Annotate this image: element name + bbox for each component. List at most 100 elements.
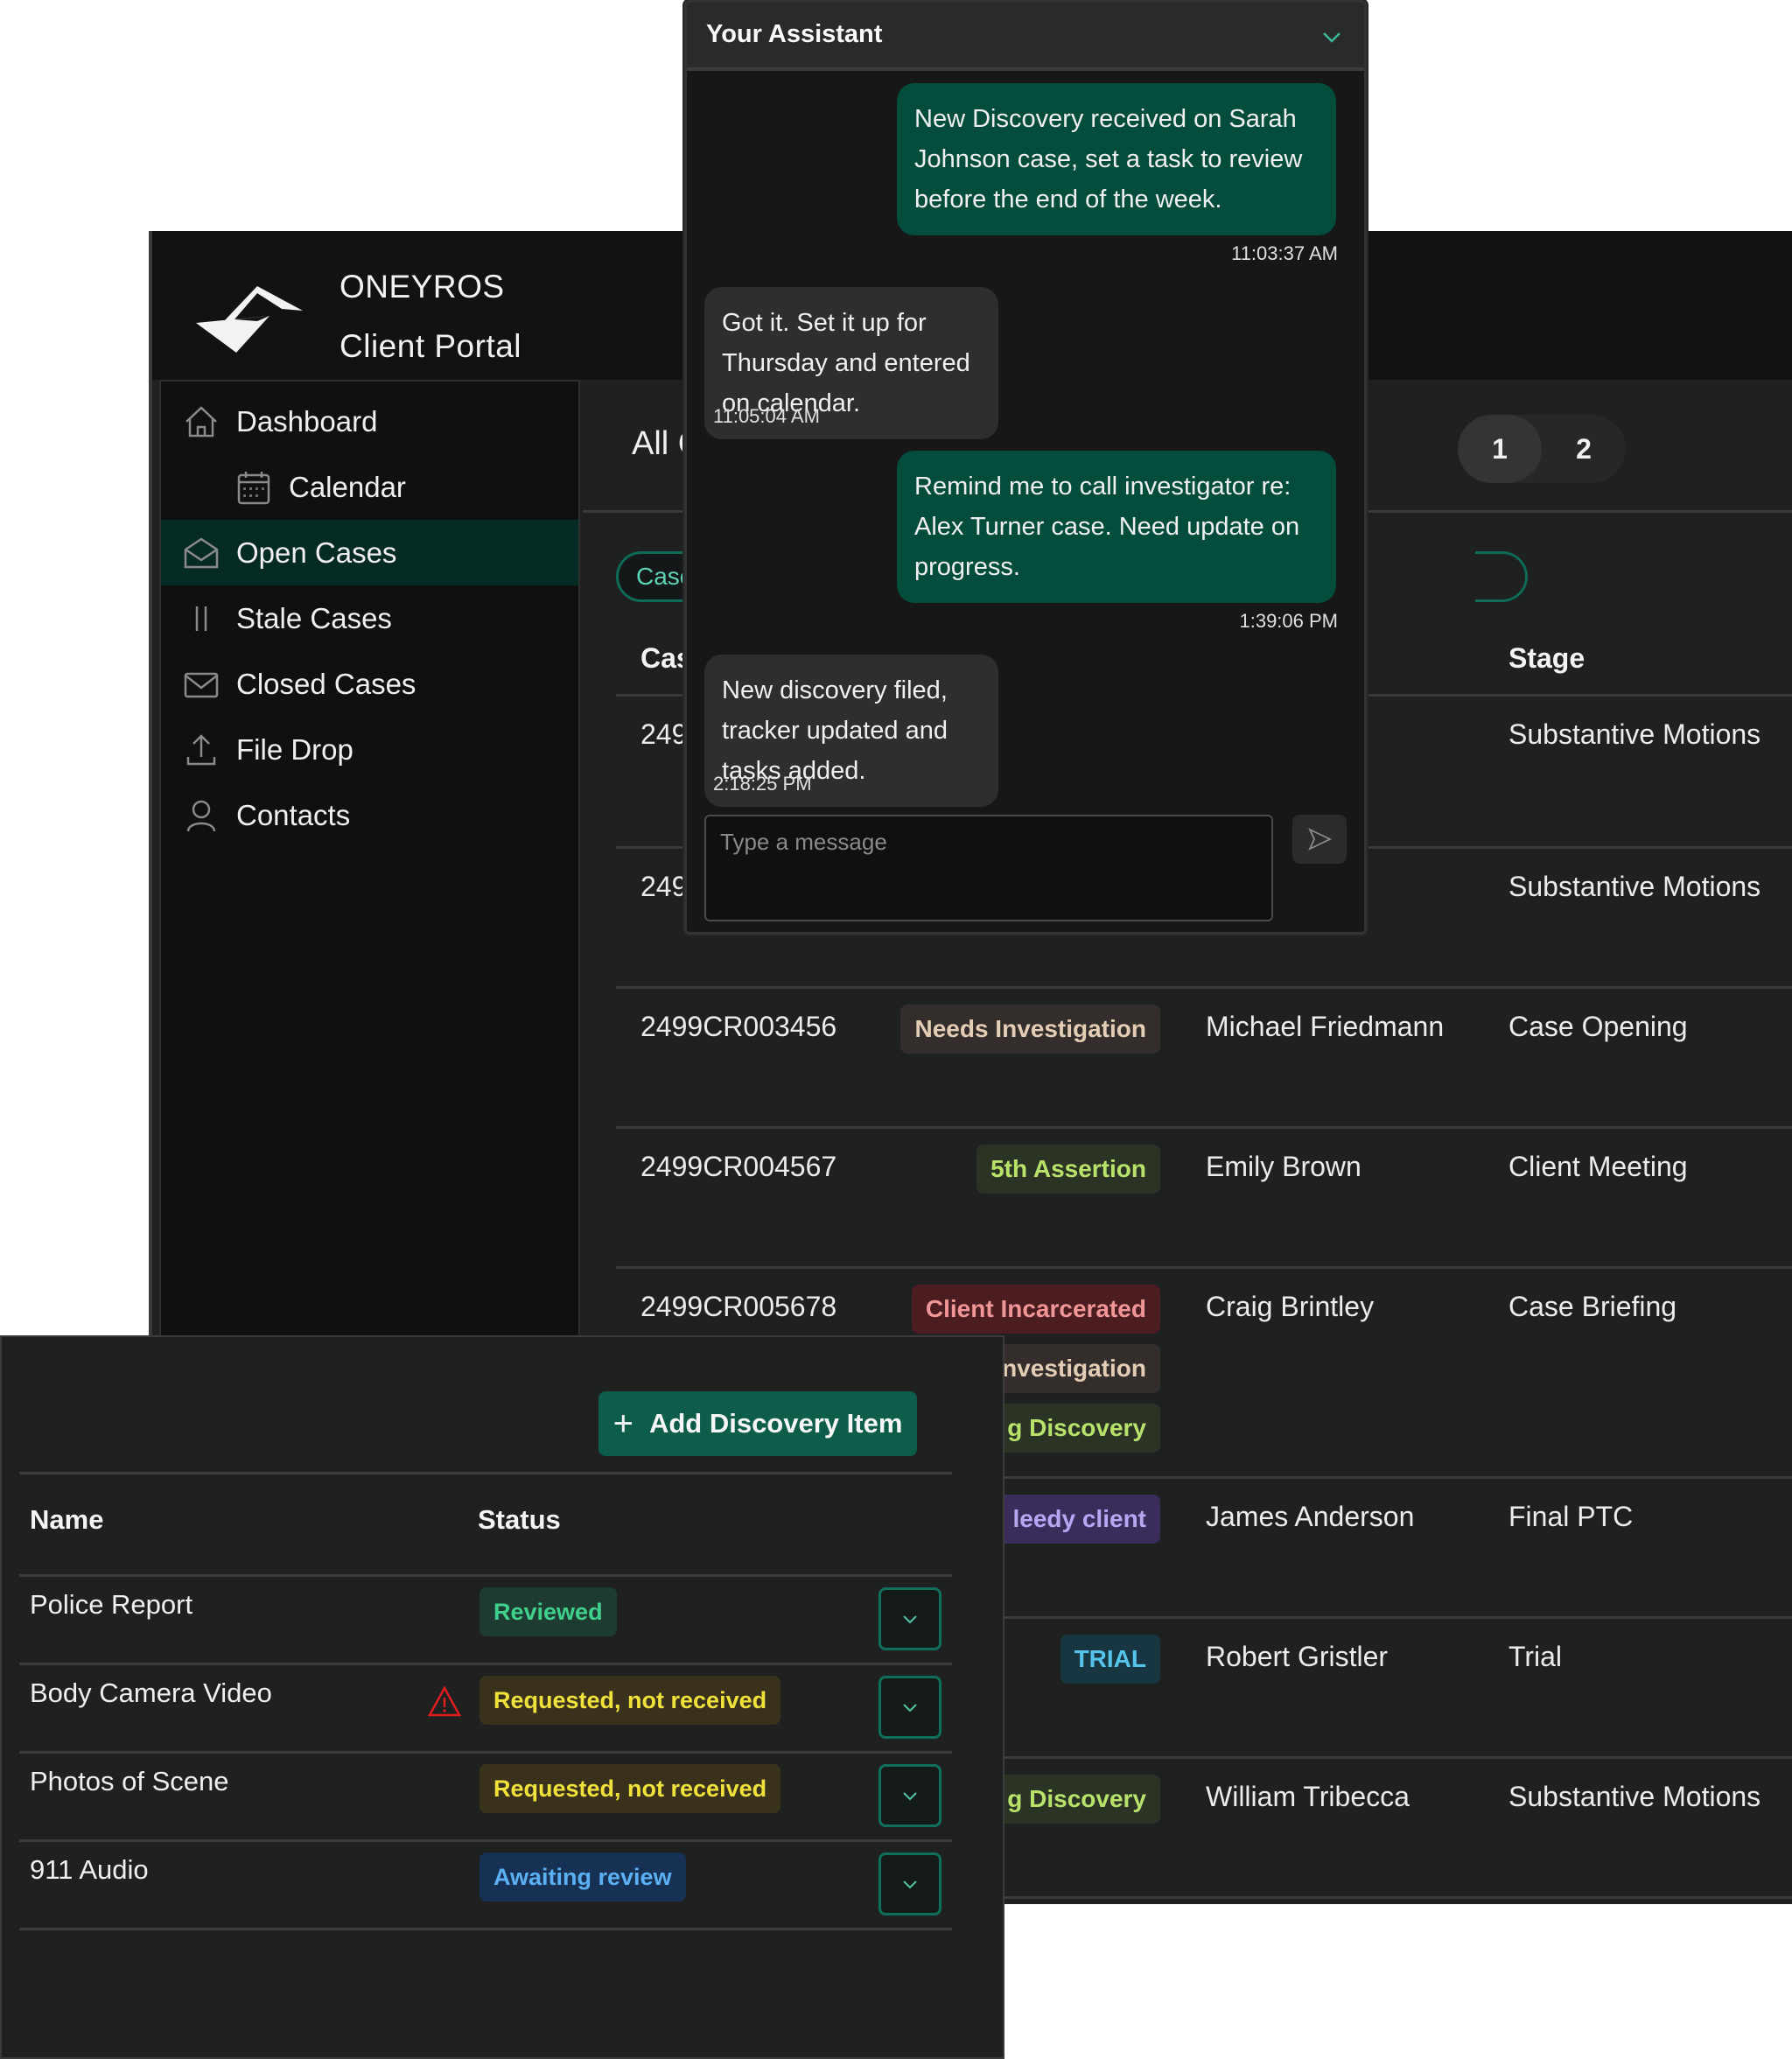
case-tag-badge: 5th Assertion	[976, 1145, 1160, 1194]
sidebar-item-label: Calendar	[289, 470, 406, 503]
chevron-down-icon	[903, 1615, 917, 1624]
case-tag-badge: Needs Investigation	[900, 1005, 1160, 1054]
envelope-icon	[184, 672, 219, 697]
case-stage: Client Meeting	[1508, 1151, 1688, 1182]
case-stage: Substantive Motions	[1508, 871, 1761, 902]
sidebar-item-label: Dashboard	[236, 404, 378, 438]
page-button-1[interactable]: 1	[1458, 415, 1542, 483]
case-stage: Case Briefing	[1508, 1291, 1677, 1322]
case-number: 2499CR003456	[640, 1011, 837, 1042]
status-dropdown-button[interactable]	[878, 1587, 942, 1650]
case-tag-badge: leedy client	[998, 1495, 1160, 1544]
case-tag-badge: nvestigation	[988, 1344, 1160, 1393]
discovery-row: Body Camera Video Requested, not received	[19, 1665, 952, 1754]
status-dropdown-button[interactable]	[878, 1676, 942, 1739]
discovery-status-badge: Requested, not received	[480, 1676, 781, 1725]
upload-icon	[186, 733, 216, 765]
chat-header: Your Assistant	[687, 3, 1364, 71]
case-number: 2499CR005678	[640, 1291, 837, 1322]
client-name: James Anderson	[1206, 1501, 1415, 1532]
case-number: 249	[640, 718, 688, 750]
client-name: William Tribecca	[1206, 1781, 1410, 1812]
sidebar-item-calendar[interactable]: Calendar	[161, 454, 578, 520]
send-icon	[1308, 828, 1333, 851]
case-tags: 5th Assertion	[976, 1145, 1160, 1194]
case-number: 2499CR004567	[640, 1151, 837, 1182]
column-header-name[interactable]: Name	[30, 1504, 103, 1536]
discovery-item-name: Police Report	[30, 1589, 193, 1620]
case-tag-badge: TRIAL	[1060, 1635, 1160, 1684]
case-tags: g Discovery	[993, 1775, 1160, 1824]
open-envelope-icon	[184, 536, 219, 568]
discovery-item-name: Body Camera Video	[30, 1677, 272, 1708]
chevron-down-icon	[903, 1704, 917, 1712]
client-name: Michael Friedmann	[1206, 1011, 1445, 1042]
plus-icon: +	[612, 1404, 634, 1443]
sidebar-item-label: Contacts	[236, 798, 351, 831]
case-stage: Trial	[1508, 1641, 1563, 1672]
column-header-status[interactable]: Status	[478, 1504, 561, 1536]
sidebar-item-label: Stale Cases	[236, 601, 392, 634]
status-dropdown-button[interactable]	[878, 1764, 942, 1827]
chevron-down-icon	[903, 1880, 917, 1889]
sidebar-item-closed-cases[interactable]: Closed Cases	[161, 651, 578, 717]
sidebar-item-file-drop[interactable]: File Drop	[161, 717, 578, 782]
oneyros-logo-icon	[196, 286, 303, 353]
brand-subtitle: Client Portal	[340, 328, 522, 364]
add-discovery-item-button[interactable]: + Add Discovery Item	[598, 1391, 917, 1456]
chat-title: Your Assistant	[706, 20, 883, 48]
brand[interactable]: ONEYROS Client Portal	[187, 257, 522, 376]
sidebar-item-dashboard[interactable]: Dashboard	[161, 389, 578, 454]
discovery-row: 911 Audio Awaiting review	[19, 1842, 952, 1930]
add-discovery-item-label: Add Discovery Item	[648, 1408, 903, 1439]
page-button-2[interactable]: 2	[1542, 415, 1626, 483]
case-number: 249	[640, 871, 688, 902]
send-button[interactable]	[1292, 815, 1347, 864]
chevron-down-icon[interactable]	[1319, 24, 1345, 50]
person-icon	[186, 800, 216, 831]
case-tag-badge: g Discovery	[993, 1404, 1160, 1453]
case-stage: Substantive Motions	[1508, 1781, 1761, 1812]
sidebar-item-open-cases[interactable]: Open Cases	[161, 520, 578, 585]
warning-icon	[427, 1685, 462, 1717]
discovery-status-badge: Requested, not received	[480, 1764, 781, 1813]
client-name: Robert Gristler	[1206, 1641, 1389, 1672]
assistant-chat-window: Your Assistant New Discovery received on…	[684, 0, 1367, 935]
discovery-status-badge: Reviewed	[480, 1587, 617, 1636]
discovery-status-badge: Awaiting review	[480, 1852, 686, 1901]
filter-chip-end[interactable]	[1475, 551, 1528, 602]
message-timestamp: 11:05:04 AM	[713, 405, 820, 427]
discovery-row: Police Report Reviewed	[19, 1577, 952, 1665]
case-stage: Case Opening	[1508, 1011, 1688, 1042]
discovery-panel: + Add Discovery Item Name Status Police …	[0, 1335, 1004, 2059]
case-tags: leedy client	[998, 1495, 1160, 1544]
chevron-down-icon	[903, 1792, 917, 1801]
home-icon	[186, 405, 217, 437]
case-stage: Substantive Motions	[1508, 718, 1761, 750]
brand-name: ONEYROS	[340, 269, 505, 305]
discovery-item-name: Photos of Scene	[30, 1766, 229, 1796]
case-row[interactable]: 2499CR003456 Needs Investigation Michael F…	[616, 989, 1792, 1129]
discovery-row: Photos of Scene Requested, not received	[19, 1754, 952, 1842]
pagination: 1 2	[1458, 415, 1626, 483]
client-name: Craig Brintley	[1206, 1291, 1375, 1322]
sidebar-item-label: Open Cases	[236, 536, 397, 569]
sidebar-item-contacts[interactable]: Contacts	[161, 782, 578, 848]
case-tag-badge: Client Incarcerated	[911, 1285, 1160, 1334]
column-header-stage[interactable]: Stage	[1508, 642, 1585, 675]
status-dropdown-button[interactable]	[878, 1852, 942, 1915]
message-timestamp: 1:39:06 PM	[1239, 610, 1338, 632]
message-timestamp: 2:18:25 PM	[713, 773, 812, 795]
chat-message-user: Remind me to call investigator re: Alex …	[897, 451, 1336, 603]
case-stage: Final PTC	[1508, 1501, 1634, 1532]
chat-message-user: New Discovery received on Sarah Johnson …	[897, 83, 1336, 235]
case-tags: Needs Investigation	[900, 1005, 1160, 1054]
case-tags: TRIAL	[1060, 1635, 1160, 1684]
case-row[interactable]: 2499CR004567 5th Assertion Emily Brown Clie…	[616, 1129, 1792, 1269]
case-tag-badge: g Discovery	[993, 1775, 1160, 1824]
message-input[interactable]	[704, 815, 1273, 921]
sidebar-item-stale-cases[interactable]: Stale Cases	[161, 585, 578, 651]
discovery-table-header: Name Status	[19, 1472, 952, 1577]
calendar-icon	[237, 471, 270, 504]
client-name: Emily Brown	[1206, 1151, 1362, 1182]
